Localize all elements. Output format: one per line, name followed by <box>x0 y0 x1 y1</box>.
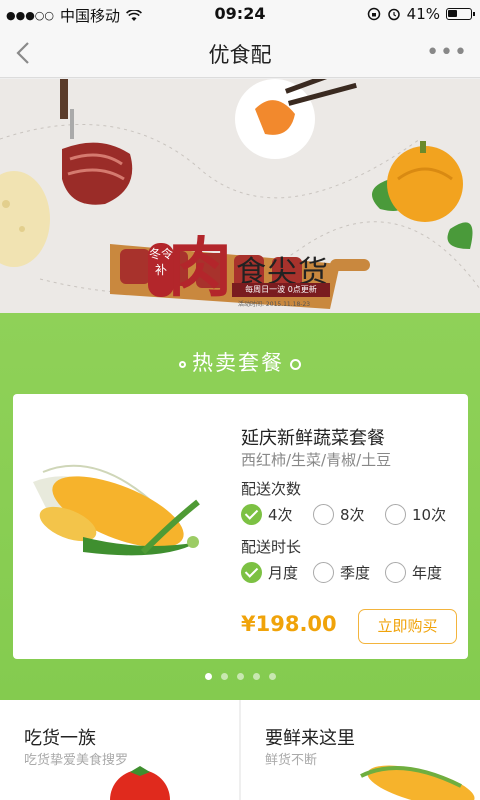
tile-fresh[interactable]: 要鲜来这里 鲜货不断 <box>241 700 480 800</box>
product-desc: 西红柿/生菜/青椒/土豆 <box>241 451 392 469</box>
promo-banner[interactable]: 冬令补 肉 食尖货 每周日一波 0点更新 活动时间: 2015.11.18-23 <box>0 79 480 313</box>
freq-option[interactable]: 4次 <box>241 504 293 525</box>
duration-option-label: 季度 <box>340 564 371 582</box>
checked-radio-icon[interactable] <box>241 504 262 525</box>
nav-bar: 优食配 ••• <box>0 28 480 78</box>
pager-dot[interactable] <box>236 673 244 680</box>
duration-label: 配送时长 <box>241 538 302 556</box>
more-options-icon[interactable]: ••• <box>426 40 468 65</box>
radio-icon[interactable] <box>313 504 334 525</box>
product-name: 延庆新鲜蔬菜套餐 <box>241 428 385 449</box>
tile-title: 吃货一族 <box>24 728 96 749</box>
product-price: ¥198.00 <box>241 612 337 636</box>
carousel-pager <box>0 673 480 680</box>
tile-title: 要鲜来这里 <box>265 728 355 749</box>
alarm-icon <box>387 8 400 21</box>
radio-icon[interactable] <box>385 504 406 525</box>
hot-section: 热卖套餐 延庆新鲜蔬菜套餐 西红柿/生菜/青椒/土豆 配送次数 4次 8次 10… <box>0 313 480 700</box>
duration-option-label: 月度 <box>268 564 299 582</box>
section-title-text: 热卖套餐 <box>192 351 284 375</box>
tile-subtitle: 鲜货不断 <box>265 753 318 768</box>
banner-strip: 每周日一波 0点更新 <box>232 283 330 297</box>
battery-percent: 41% <box>406 5 440 23</box>
product-card[interactable]: 延庆新鲜蔬菜套餐 西红柿/生菜/青椒/土豆 配送次数 4次 8次 10次 配送时… <box>13 394 468 659</box>
rotation-lock-icon <box>367 7 380 21</box>
freq-option[interactable]: 8次 <box>313 504 365 525</box>
pager-dot[interactable] <box>252 673 260 680</box>
radio-icon[interactable] <box>313 562 334 583</box>
corn-image <box>360 765 475 800</box>
category-tiles: 吃货一族 吃货挚爱美食搜罗 要鲜来这里 鲜货不断 <box>0 700 480 800</box>
section-title: 热卖套餐 <box>0 347 480 377</box>
tile-foodie[interactable]: 吃货一族 吃货挚爱美食搜罗 <box>0 700 239 800</box>
corn-image <box>33 464 200 556</box>
banner-date: 活动时间: 2015.11.18-23 <box>238 301 311 308</box>
tomato-image <box>110 766 170 800</box>
duration-option[interactable]: 年度 <box>385 562 442 583</box>
pager-dot[interactable] <box>268 673 276 680</box>
battery-icon <box>446 8 475 20</box>
freq-option-label: 4次 <box>268 506 293 524</box>
ring-icon <box>290 358 301 370</box>
checked-radio-icon[interactable] <box>241 562 262 583</box>
pager-dot[interactable] <box>204 673 212 680</box>
buy-now-button[interactable]: 立即购买 <box>358 609 457 644</box>
duration-option[interactable]: 月度 <box>241 562 298 583</box>
freq-option-label: 10次 <box>412 506 447 524</box>
pager-dot[interactable] <box>220 673 228 680</box>
freq-option-label: 8次 <box>340 506 365 524</box>
duration-option-label: 年度 <box>412 564 443 582</box>
frequency-label: 配送次数 <box>241 480 302 498</box>
ring-icon <box>179 360 186 368</box>
duration-option[interactable]: 季度 <box>313 562 370 583</box>
freq-option[interactable]: 10次 <box>385 504 446 525</box>
page-title: 优食配 <box>208 43 272 67</box>
status-bar: ●●●○○ 中国移动 09:24 41% <box>0 0 480 28</box>
banner-headline-big: 肉 <box>168 231 232 306</box>
radio-icon[interactable] <box>385 562 406 583</box>
